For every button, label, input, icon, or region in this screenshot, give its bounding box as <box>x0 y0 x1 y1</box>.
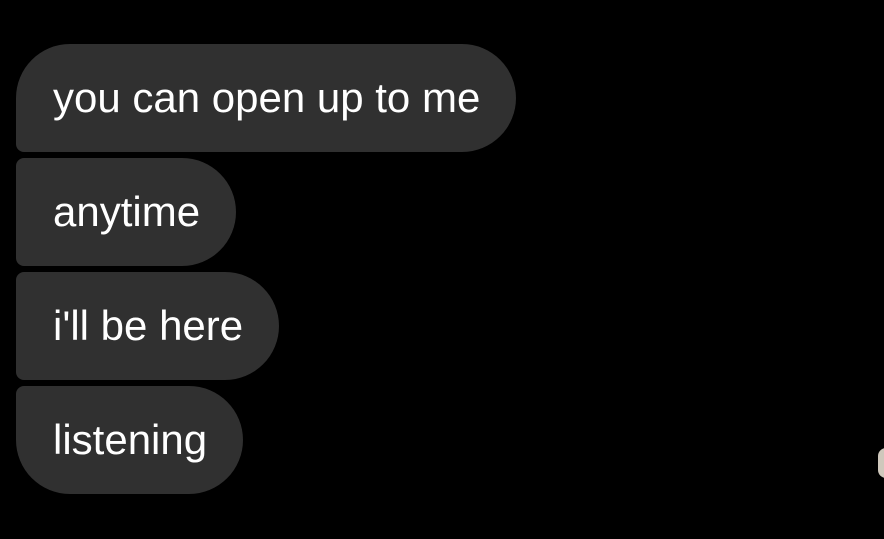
message-bubble[interactable]: i'll be here <box>16 272 280 380</box>
message-bubble[interactable]: anytime <box>16 158 237 266</box>
message-thread: you can open up to me anytime i'll be he… <box>0 0 884 539</box>
message-bubble[interactable]: you can open up to me <box>16 44 517 152</box>
message-bubble[interactable]: listening <box>16 386 244 494</box>
avatar[interactable] <box>878 448 884 478</box>
